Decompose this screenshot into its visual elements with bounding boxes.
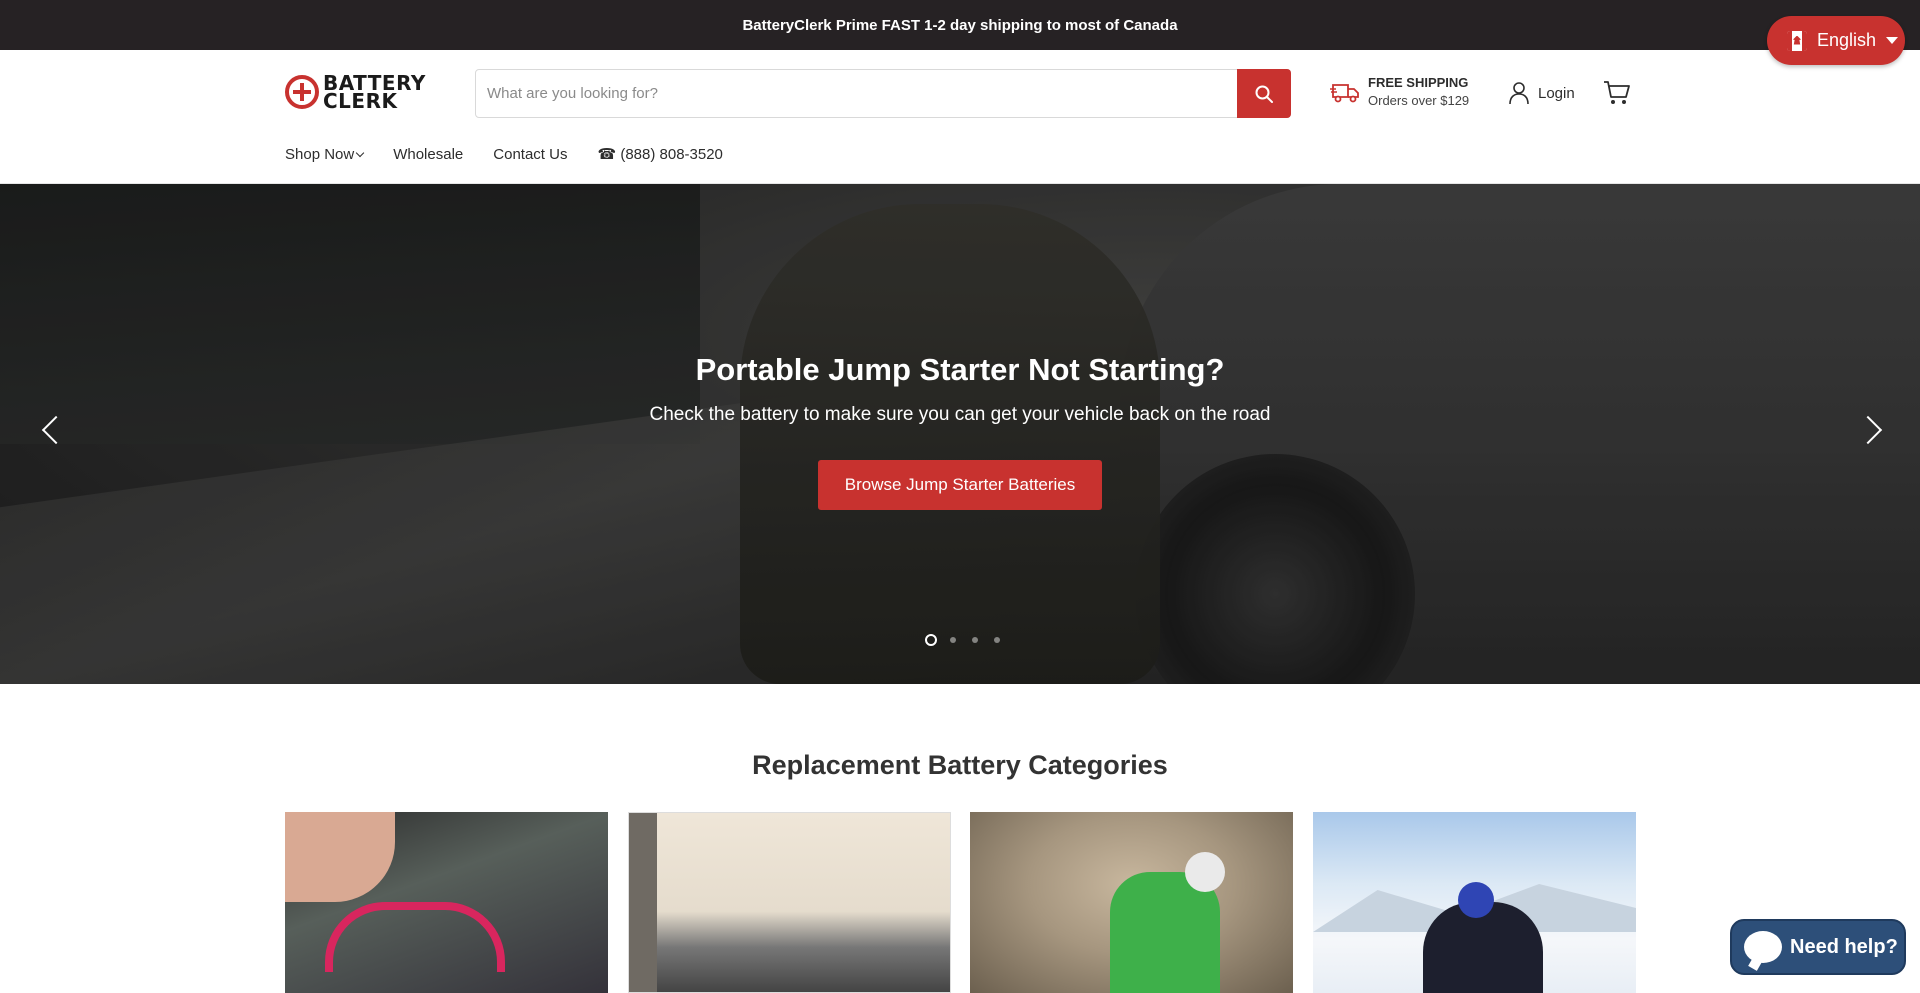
browse-jump-starter-batteries-button[interactable]: Browse Jump Starter Batteries [818,460,1102,510]
slider-dots [920,634,1008,646]
nav-wholesale[interactable]: Wholesale [393,146,463,163]
free-shipping-title: FREE SHIPPING [1368,75,1469,90]
language-label: English [1817,30,1877,50]
delivery-truck-icon [1330,84,1359,103]
category-tile-1[interactable] [285,812,608,993]
search-input[interactable] [476,70,1236,117]
nav-contact-us-label: Contact Us [493,145,568,163]
slider-dot-3[interactable] [972,637,978,643]
language-selector[interactable]: English [1767,16,1905,65]
need-help-label: Need help? [1790,935,1898,958]
login-label: Login [1538,84,1575,102]
category-tile-2[interactable] [628,812,951,993]
categories-title: Replacement Battery Categories [752,750,1168,780]
hero-slider: Portable Jump Starter Not Starting? Chec… [0,184,1920,684]
search-bar [475,69,1291,118]
free-shipping-subtitle: Orders over $129 [1368,93,1470,108]
nav-contact-us[interactable]: Contact Us [493,146,567,163]
category-tile-3[interactable] [970,812,1293,993]
login-link[interactable]: Login [1508,81,1575,105]
search-icon [1255,85,1273,103]
announcement-text: BatteryClerk Prime FAST 1-2 day shipping… [742,16,1178,34]
nav-phone-number[interactable]: ☎ (888) 808-3520 [597,145,722,163]
need-help-chat-button[interactable]: Need help? [1730,919,1906,975]
nav-phone-label: ☎ (888) 808-3520 [597,146,723,163]
chevron-down-icon [355,148,365,157]
free-shipping-info: FREE SHIPPING Orders over $129 [1330,74,1469,110]
hero-title: Portable Jump Starter Not Starting? [695,352,1225,387]
cart-icon [1604,81,1630,104]
caret-down-icon [1886,37,1899,44]
chat-bubble-icon [1744,931,1782,963]
category-tile-4[interactable] [1313,812,1636,993]
slider-dot-4[interactable] [994,637,1000,643]
main-navigation: Shop Now Wholesale Contact Us ☎ (888) 80… [285,145,753,164]
user-icon [1509,82,1529,105]
search-button[interactable] [1237,69,1291,118]
site-header: BATTERY CLERK FREE SHIPPING Orders over … [0,50,1920,184]
site-logo[interactable]: BATTERY CLERK [285,72,451,112]
announcement-bar: BatteryClerk Prime FAST 1-2 day shipping… [0,0,1920,50]
nav-shop-now-label: Shop Now [285,145,355,163]
slider-dot-1[interactable] [925,634,937,646]
cart-button[interactable] [1603,80,1631,111]
hero-subtitle: Check the battery to make sure you can g… [649,404,1271,425]
logo-text-line2: CLERK [323,89,398,113]
canada-flag-icon [1787,30,1807,51]
slider-dot-2[interactable] [950,637,956,643]
nav-shop-now[interactable]: Shop Now [285,145,365,163]
battery-clerk-logo-icon [285,75,319,109]
nav-wholesale-label: Wholesale [393,145,464,163]
